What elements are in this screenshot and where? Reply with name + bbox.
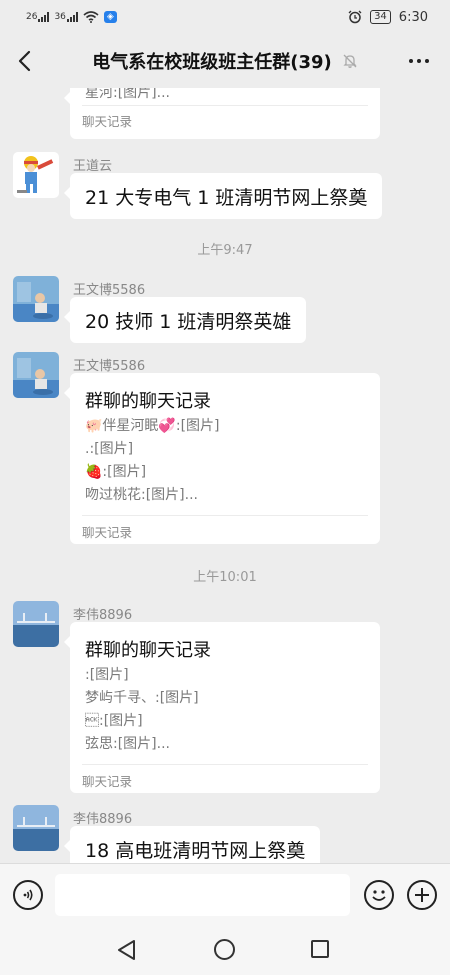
card-line: 弦思:[图片]... [85, 736, 170, 752]
alarm-icon [348, 10, 362, 24]
battery-icon: 34 [370, 10, 391, 24]
card-line: :[图片] [85, 713, 143, 729]
signal-icon-2: 36 [54, 12, 78, 22]
card-line: .:[图片] [85, 441, 134, 457]
card-line: 梦屿千寻、:[图片] [85, 690, 199, 706]
card-lines: :[图片] 梦屿千寻、:[图片] :[图片] 弦思:[图片]... [85, 664, 199, 756]
card-divider [82, 515, 368, 516]
wifi-icon [83, 11, 99, 23]
status-bar: 26 36 ◈ 34 6:30 [0, 0, 450, 34]
avatar[interactable] [13, 805, 59, 851]
voice-button[interactable] [13, 880, 43, 910]
avatar[interactable] [13, 601, 59, 647]
text-message-bubble[interactable]: 18 高电班清明节网上祭奠 [63, 826, 321, 863]
card-footer: 聊天记录 [82, 114, 133, 129]
vpn-badge-icon: ◈ [103, 11, 117, 23]
plus-icon [415, 888, 429, 902]
sender-name: 王文博5586 [73, 359, 146, 374]
message-timestamp: 上午9:47 [197, 243, 253, 258]
card-title: 群聊的聊天记录 [85, 391, 211, 412]
nav-back-icon[interactable] [116, 939, 138, 961]
sender-name: 李伟8896 [73, 812, 133, 827]
chat-header: 电气系在校班级班主任群(39) [0, 34, 450, 88]
card-title: 群聊的聊天记录 [85, 640, 211, 661]
text-message-bubble[interactable]: 21 大专电气 1 班清明节网上祭奠 [63, 173, 383, 219]
input-bar [0, 863, 450, 925]
clock-time: 6:30 [398, 9, 428, 25]
nav-recent-icon[interactable] [311, 940, 329, 958]
sender-name: 王道云 [73, 159, 113, 174]
back-button[interactable] [10, 47, 38, 75]
chat-record-card[interactable]: 群聊的聊天记录 :[图片] 梦屿千寻、:[图片] :[图片] 弦思:[图片].… [64, 622, 380, 793]
sender-name: 李伟8896 [73, 608, 133, 623]
text-message-bubble[interactable]: 20 技师 1 班清明祭英雄 [63, 297, 307, 343]
mute-bell-icon [343, 54, 357, 68]
avatar[interactable] [13, 276, 59, 322]
card-divider [82, 105, 368, 106]
back-arrow-icon [18, 50, 31, 72]
message-input[interactable] [55, 874, 350, 916]
chat-title: 电气系在校班级班主任群(39) [92, 52, 332, 73]
nav-home-icon[interactable] [214, 939, 235, 960]
signal-2-label: 36 [54, 12, 66, 22]
system-nav-bar [0, 925, 450, 975]
card-line: 星河:[图片]... [85, 88, 170, 101]
more-button[interactable] [404, 47, 434, 75]
card-line: 🍓:[图片] [85, 464, 147, 480]
status-right: 34 6:30 [348, 10, 428, 25]
signal-icon-1: 26 [26, 12, 50, 22]
emoji-button[interactable] [364, 880, 394, 910]
avatar[interactable] [13, 152, 59, 198]
message-timestamp: 上午10:01 [193, 570, 257, 585]
card-line: 🐖伴星河眠💞:[图片] [85, 418, 220, 434]
title-wrap: 电气系在校班级班主任群(39) [92, 48, 358, 74]
chat-record-card-partial[interactable]: 星河:[图片]... 聊天记录 [64, 88, 380, 139]
chat-message-list[interactable]: 星河:[图片]... 聊天记录 王道云 21 大专电气 1 班清明节网上祭奠 上… [0, 88, 450, 863]
card-line: :[图片] [85, 667, 129, 683]
signal-1-label: 26 [26, 12, 38, 22]
card-divider [82, 764, 368, 765]
card-line: 吻过桃花:[图片]... [85, 487, 198, 503]
avatar[interactable] [13, 352, 59, 398]
card-footer: 聊天记录 [82, 525, 133, 540]
sender-name: 王文博5586 [73, 283, 146, 298]
chat-record-card[interactable]: 群聊的聊天记录 🐖伴星河眠💞:[图片] .:[图片] 🍓:[图片] 吻过桃花:[… [64, 373, 380, 544]
emoji-icon [372, 890, 386, 901]
card-lines: 🐖伴星河眠💞:[图片] .:[图片] 🍓:[图片] 吻过桃花:[图片]... [85, 415, 220, 507]
status-left: 26 36 ◈ [26, 11, 117, 23]
more-dots-icon [409, 59, 413, 63]
voice-icon [23, 889, 33, 901]
card-footer: 聊天记录 [82, 774, 133, 789]
plus-button[interactable] [407, 880, 437, 910]
